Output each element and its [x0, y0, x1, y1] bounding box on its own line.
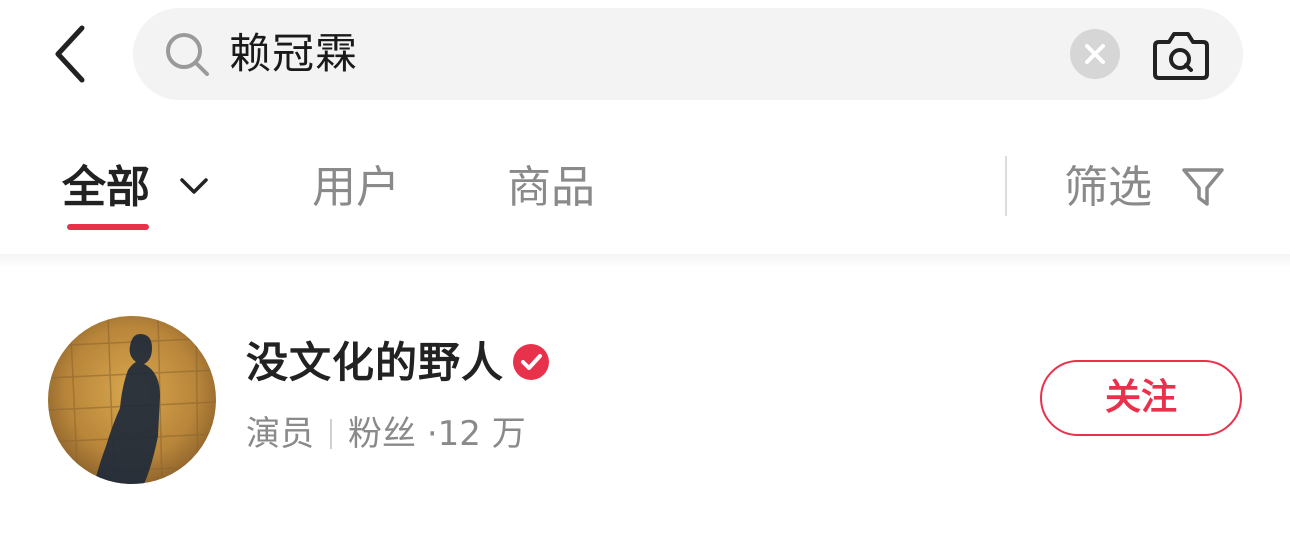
search-query-text[interactable]: 赖冠霖: [229, 26, 358, 82]
filter-label[interactable]: 筛选: [1064, 158, 1152, 218]
tab-users[interactable]: 用户: [312, 158, 400, 218]
meta-separator: [330, 419, 332, 449]
verified-badge-icon: [513, 344, 549, 380]
fans-label: 粉丝: [348, 414, 416, 454]
active-tab-indicator: [67, 224, 149, 230]
avatar-image: [48, 316, 216, 484]
search-icon: [166, 33, 209, 76]
fans-count: ·12 万: [426, 414, 526, 454]
back-arrow-icon: [55, 25, 85, 83]
user-meta: 演员 粉丝 ·12 万: [246, 410, 526, 458]
filter-divider: [1005, 156, 1007, 216]
chevron-down-icon[interactable]: [178, 170, 210, 202]
camera-search-button[interactable]: [1151, 28, 1211, 82]
clear-search-button[interactable]: [1070, 29, 1120, 79]
camera-search-icon: [1153, 32, 1209, 80]
tab-goods[interactable]: 商品: [507, 158, 595, 218]
tab-bar: 全部 用户 商品 筛选: [0, 140, 1290, 240]
user-role: 演员: [246, 414, 314, 454]
funnel-icon[interactable]: [1180, 164, 1226, 210]
user-name[interactable]: 没文化的野人: [246, 334, 504, 392]
section-divider: [0, 254, 1290, 268]
avatar[interactable]: [48, 316, 216, 484]
back-button[interactable]: [44, 22, 100, 86]
user-result-row[interactable]: 没文化的野人 演员 粉丝 ·12 万 关注: [0, 300, 1290, 500]
close-icon: [1085, 44, 1105, 64]
tab-all[interactable]: 全部: [62, 158, 150, 218]
search-header: 赖冠霖: [0, 0, 1290, 110]
search-input[interactable]: 赖冠霖: [133, 8, 1243, 100]
follow-button[interactable]: 关注: [1040, 360, 1242, 436]
